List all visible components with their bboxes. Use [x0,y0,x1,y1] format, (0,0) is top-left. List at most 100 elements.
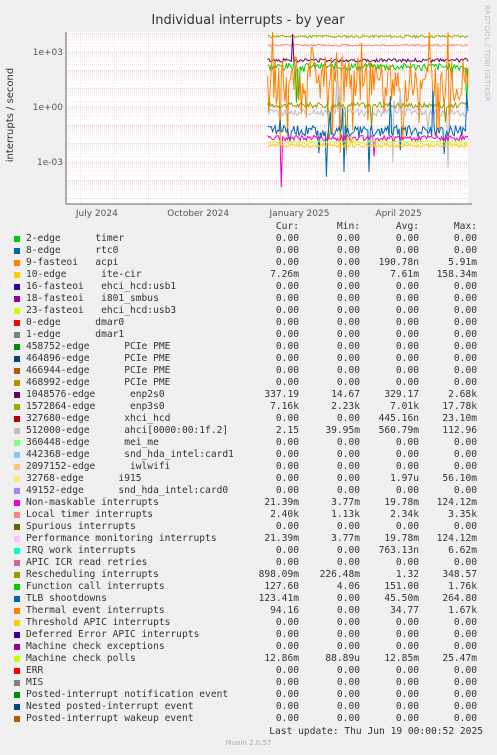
legend-avg: 0.00 [395,281,419,292]
x-tick-label: April 2025 [375,209,421,219]
legend-min: 0.00 [336,317,360,328]
legend-row: 1-edge dmar1 0.00 0.00 0.00 0.00 [0,329,497,341]
legend-max: 0.00 [453,233,477,244]
legend-swatch [14,332,20,338]
legend-label: 512000-edge ahci[0000:00:1f.2] [26,425,229,436]
legend-avg: 0.00 [395,521,419,532]
legend-min: 0.00 [336,641,360,652]
legend-row: 23-fasteoi ehci_hcd:usb3 0.00 0.00 0.00 0.00 [0,305,497,317]
legend-row: Spurious interrupts 0.00 0.00 0.00 0.00 [0,521,497,533]
legend-min: 0.00 [336,689,360,700]
legend-cur: 0.00 [275,233,299,244]
legend-row: Deferred Error APIC interrupts 0.00 0.00 0.… [0,629,497,641]
legend-max: 1.76k [448,581,477,592]
legend-cur: 21.39m [264,497,299,508]
legend-avg: 0.00 [395,641,419,652]
legend-avg: 0.00 [395,329,419,340]
header-max: Max: [453,221,477,232]
y-axis-label: interrupts / second [5,68,16,162]
legend-cur: 0.00 [275,521,299,532]
header-cur: Cur: [275,221,299,232]
legend-min: 0.00 [336,605,360,616]
legend-cur: 337.19 [264,389,299,400]
legend-min: 0.00 [336,377,360,388]
legend-avg: 0.00 [395,701,419,712]
legend-row: Machine check polls 12.86m 88.89u 12.85m 25.… [0,653,497,665]
legend-label: Threshold APIC interrupts [26,617,171,628]
legend-max: 0.00 [453,341,477,352]
legend-min: 0.00 [336,473,360,484]
legend-max: 0.00 [453,557,477,568]
legend-max: 0.00 [453,449,477,460]
legend-swatch [14,284,20,290]
legend-swatch [14,704,20,710]
legend-min: 0.00 [336,545,360,556]
legend-label: MIS [26,677,44,688]
y-tick-label: 1e-03 [37,158,63,168]
legend-avg: 0.00 [395,293,419,304]
x-tick-label: July 2024 [75,209,118,219]
legend-avg: 0.00 [395,449,419,460]
legend-max: 124.12m [436,497,477,508]
legend-cur: 0.00 [275,677,299,688]
legend-row: 16-fasteoi ehci_hcd:usb1 0.00 0.00 0.00 0.00 [0,281,497,293]
legend-max: 0.00 [453,677,477,688]
legend-row: 327680-edge xhci_hcd 0.00 0.00 445.16n 23.10… [0,413,497,425]
legend-cur: 0.00 [275,485,299,496]
legend-swatch [14,656,20,662]
chart: Individual interrupts - by year interrup… [5,13,472,219]
legend-cur: 7.26m [270,269,299,280]
legend-cur: 0.00 [275,473,299,484]
legend-swatch [14,512,20,518]
legend-swatch [14,584,20,590]
legend-swatch [14,680,20,686]
legend-min: 0.00 [336,257,360,268]
legend-label: 23-fasteoi ehci_hcd:usb3 [26,305,177,316]
legend-label: Function call interrupts [26,581,165,592]
legend-row: 360448-edge mei_me 0.00 0.00 0.00 0.00 [0,437,497,449]
legend-label: 1048576-edge enp2s0 [26,389,165,400]
munin-version: Munin 2.0.57 [225,739,272,747]
legend-min: 2.23k [331,401,360,412]
legend-avg: 0.00 [395,305,419,316]
legend-cur: 0.00 [275,545,299,556]
legend-row: Thermal event interrupts 94.16 0.00 34.77 1.… [0,605,497,617]
y-tick-label: 1e+00 [33,103,64,113]
legend-row: 1572864-edge enp3s0 7.16k 2.23k 7.01k 17.78k [0,401,497,413]
legend-avg: 0.00 [395,437,419,448]
legend-max: 0.00 [453,317,477,328]
legend-avg: 1.32 [395,569,419,580]
legend-cur: 0.00 [275,629,299,640]
legend-swatch [14,452,20,458]
legend-cur: 0.00 [275,641,299,652]
legend-avg: 0.00 [395,341,419,352]
legend-cur: 94.16 [270,605,299,616]
legend-cur: 7.16k [270,401,299,412]
legend-label: Machine check exceptions [26,641,165,652]
legend-swatch [14,464,20,470]
legend-avg: 0.00 [395,245,419,256]
legend-swatch [14,596,20,602]
legend-cur: 0.00 [275,437,299,448]
legend-max: 0.00 [453,629,477,640]
legend-min: 0.00 [336,485,360,496]
legend-max: 0.00 [453,293,477,304]
legend-label: IRQ work interrupts [26,545,136,556]
x-tick-label: October 2024 [167,209,229,219]
legend-avg: 0.00 [395,557,419,568]
legend-min: 0.00 [336,593,360,604]
legend-swatch [14,644,20,650]
legend-label: Non-maskable interrupts [26,497,159,508]
legend-row: MIS 0.00 0.00 0.00 0.00 [0,677,497,689]
legend-swatch [14,524,20,530]
legend-swatch [14,572,20,578]
legend-min: 0.00 [336,461,360,472]
legend-min: 0.00 [336,557,360,568]
legend-avg: 7.01k [390,401,419,412]
legend-max: 2.68k [448,389,477,400]
legend-min: 88.89u [325,653,360,664]
legend-row: 2-edge timer 0.00 0.00 0.00 0.00 [0,233,497,245]
y-tick-label: 1e+03 [33,48,63,58]
legend-cur: 0.00 [275,329,299,340]
legend-label: Spurious interrupts [26,521,136,532]
